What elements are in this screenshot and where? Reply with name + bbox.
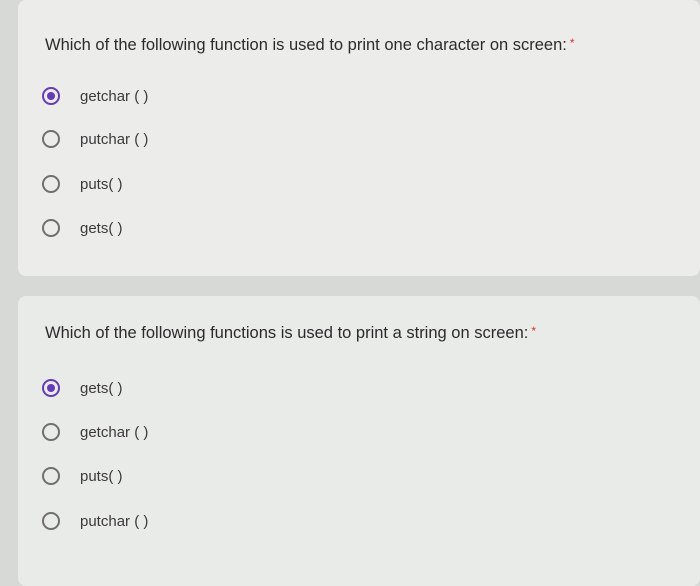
- radio-option-gets[interactable]: gets( ): [42, 376, 123, 400]
- radio-button[interactable]: [42, 423, 60, 441]
- question-title: Which of the following functions is used…: [45, 324, 537, 342]
- radio-option-puts[interactable]: puts( ): [42, 172, 123, 196]
- radio-button-selected[interactable]: [42, 379, 60, 397]
- option-label: gets( ): [80, 219, 123, 237]
- radio-button[interactable]: [42, 175, 60, 193]
- required-asterisk: *: [531, 324, 537, 338]
- option-label: puts( ): [80, 175, 123, 193]
- radio-button[interactable]: [42, 467, 60, 485]
- radio-option-putchar[interactable]: putchar ( ): [42, 127, 148, 151]
- radio-button[interactable]: [42, 512, 60, 530]
- radio-option-puts[interactable]: puts( ): [42, 464, 123, 488]
- radio-option-gets[interactable]: gets( ): [42, 216, 123, 240]
- option-label: puts( ): [80, 467, 123, 485]
- radio-button-selected[interactable]: [42, 87, 60, 105]
- radio-option-getchar[interactable]: getchar ( ): [42, 420, 148, 444]
- radio-option-putchar[interactable]: putchar ( ): [42, 509, 148, 533]
- radio-button[interactable]: [42, 219, 60, 237]
- required-asterisk: *: [569, 36, 575, 50]
- option-label: putchar ( ): [80, 130, 149, 148]
- option-label: gets( ): [80, 379, 123, 397]
- question-card-1: Which of the following function is used …: [18, 0, 700, 276]
- question-title: Which of the following function is used …: [45, 36, 575, 54]
- option-label: getchar ( ): [80, 423, 149, 441]
- radio-option-getchar[interactable]: getchar ( ): [42, 84, 148, 108]
- radio-button[interactable]: [42, 130, 60, 148]
- option-label: putchar ( ): [80, 512, 149, 530]
- question-card-2: Which of the following functions is used…: [18, 296, 700, 586]
- option-label: getchar ( ): [80, 87, 149, 105]
